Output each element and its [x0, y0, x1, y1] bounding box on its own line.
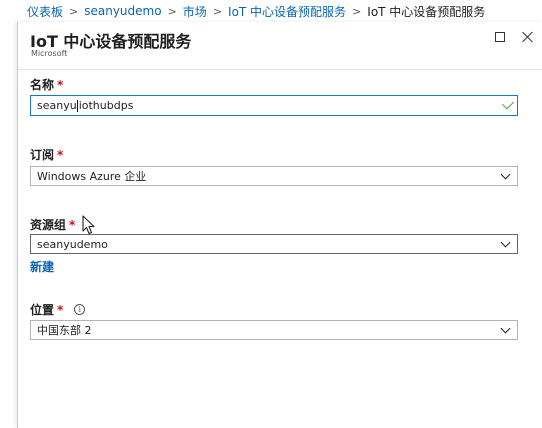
- blade-header: IoT 中心设备预配服务 Microsoft: [18, 22, 542, 70]
- mouse-cursor-icon: [82, 215, 95, 235]
- name-input-text-before-caret: seanyu: [37, 99, 77, 112]
- breadcrumb-marketplace-link[interactable]: 市场: [183, 3, 207, 20]
- breadcrumb-dashboard-link[interactable]: 仪表板: [27, 3, 63, 20]
- breadcrumb-separator: >: [167, 4, 177, 18]
- resource-group-selected-value: seanyudemo: [37, 237, 108, 251]
- close-icon: [521, 31, 533, 43]
- required-marker: *: [57, 302, 64, 317]
- chevron-down-icon: [500, 169, 511, 180]
- location-select[interactable]: 中国东部 2: [30, 320, 518, 340]
- subscription-label-text: 订阅: [30, 148, 55, 162]
- maximize-button[interactable]: [491, 28, 509, 46]
- info-icon[interactable]: i: [74, 304, 86, 315]
- location-selected-value: 中国东部 2: [37, 324, 92, 337]
- name-label: 名称 *: [30, 76, 63, 93]
- blade-subtitle: Microsoft: [31, 49, 68, 58]
- required-marker: *: [57, 77, 64, 92]
- resource-group-label-text: 资源组: [30, 218, 67, 232]
- maximize-icon: [495, 32, 505, 42]
- breadcrumb-separator: >: [352, 4, 362, 18]
- subscription-select[interactable]: Windows Azure 企业: [30, 166, 518, 186]
- close-button[interactable]: [518, 28, 536, 46]
- chevron-down-icon: [500, 237, 511, 248]
- checkmark-icon: [501, 97, 515, 110]
- subscription-selected-value: Windows Azure 企业: [37, 170, 147, 183]
- breadcrumb-separator: >: [212, 4, 223, 18]
- subscription-label: 订阅 *: [30, 146, 63, 163]
- breadcrumb-current: IoT 中心设备预配服务: [367, 4, 486, 19]
- resource-group-label: 资源组 *: [30, 216, 75, 233]
- breadcrumb-separator: >: [69, 4, 79, 18]
- chevron-down-icon: [500, 323, 511, 334]
- resource-group-select[interactable]: seanyudemo: [30, 234, 518, 254]
- breadcrumb-service-link[interactable]: IoT 中心设备预配服务: [228, 3, 346, 20]
- breadcrumb: 仪表板 > seanyudemo > 市场 > IoT 中心设备预配服务 > I…: [0, 0, 542, 22]
- location-label: 位置 * i: [30, 301, 86, 318]
- name-input[interactable]: seanyu iothubdps: [30, 95, 518, 116]
- name-input-text-after-caret: iothubdps: [78, 99, 134, 112]
- name-label-text: 名称: [30, 78, 55, 92]
- required-marker: *: [57, 147, 64, 162]
- breadcrumb-resource-group-link[interactable]: seanyudemo: [84, 4, 161, 18]
- required-marker: *: [69, 217, 76, 232]
- location-label-text: 位置: [30, 303, 55, 317]
- create-new-resource-group-link[interactable]: 新建: [30, 258, 54, 275]
